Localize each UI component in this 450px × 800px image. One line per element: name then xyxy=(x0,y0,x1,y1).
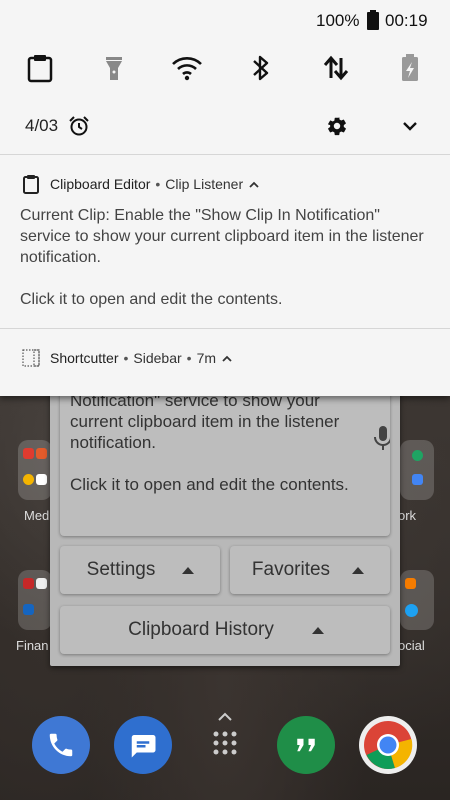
battery-saver-icon xyxy=(402,54,418,81)
gear-icon[interactable] xyxy=(326,115,348,142)
favorites-button[interactable]: Favorites xyxy=(230,546,390,594)
status-clock: 00:19 xyxy=(385,11,428,30)
clipboard-history-label: Clipboard History xyxy=(128,619,274,640)
clip-text[interactable]: Notification" service to show your curre… xyxy=(70,390,360,495)
home-folder-label: ocial xyxy=(398,638,425,653)
expand-up-icon xyxy=(182,566,194,574)
twitter-icon xyxy=(405,604,418,617)
quick-settings-row xyxy=(0,52,450,88)
chrome-icon[interactable] xyxy=(359,716,417,774)
battery-percent: 100% xyxy=(316,11,360,30)
wifi-tile[interactable] xyxy=(171,52,203,84)
settings-button-label: Settings xyxy=(86,559,156,580)
notification-header: Shortcutter • Sidebar • 7m xyxy=(22,349,232,367)
notification-app-name: Shortcutter xyxy=(50,350,119,366)
app-drawer-icon[interactable] xyxy=(210,712,240,762)
app-icon xyxy=(405,578,416,589)
divider xyxy=(0,154,450,155)
youtube-icon xyxy=(23,448,34,459)
phone-icon[interactable] xyxy=(32,716,90,774)
messages-icon[interactable] xyxy=(114,716,172,774)
app-icon xyxy=(412,474,423,485)
chevron-up-icon[interactable] xyxy=(222,350,232,366)
clipboard-editor-dialog: Notification" service to show your curre… xyxy=(50,360,400,666)
flashlight-tile[interactable] xyxy=(98,52,130,84)
notification-app-name: Clipboard Editor xyxy=(50,176,151,192)
photos-icon xyxy=(23,474,34,485)
sidebar-icon xyxy=(22,349,40,367)
mobile-data-icon xyxy=(323,55,349,81)
home-folder-work[interactable] xyxy=(400,440,434,500)
clipboard-tile[interactable] xyxy=(24,52,56,84)
notification-channel: Sidebar xyxy=(133,350,182,366)
app-icon xyxy=(23,578,34,589)
chevron-down-icon[interactable] xyxy=(400,116,420,141)
date-label: 4/03 xyxy=(25,116,59,135)
notification-body: Current Clip: Enable the "Show Clip In N… xyxy=(20,207,424,308)
expand-up-icon xyxy=(312,626,324,634)
expand-up-icon xyxy=(352,566,364,574)
notification-header: Clipboard Editor • Clip Listener xyxy=(22,174,259,194)
clipboard-history-button[interactable]: Clipboard History xyxy=(60,606,390,654)
battery-saver-tile[interactable] xyxy=(394,52,426,84)
home-folder-label: ork xyxy=(398,508,417,523)
app-icon xyxy=(36,578,47,589)
home-folder-label: Finan xyxy=(16,638,49,653)
divider xyxy=(0,328,450,329)
bluetooth-tile[interactable] xyxy=(245,52,277,84)
notification-shade: 100% 00:19 4/03 Clipboard Editor • Clip … xyxy=(0,0,450,396)
hangouts-icon[interactable] xyxy=(277,716,335,774)
chevron-up-icon[interactable] xyxy=(249,176,259,192)
bluetooth-icon xyxy=(253,55,269,81)
shade-info-row: 4/03 xyxy=(0,112,450,140)
settings-button[interactable]: Settings xyxy=(60,546,220,594)
microphone-icon[interactable] xyxy=(372,424,390,457)
home-folder-finance[interactable] xyxy=(18,570,52,630)
app-icon xyxy=(23,604,34,615)
separator-dot: • xyxy=(155,176,161,192)
clipboard-icon xyxy=(22,174,40,194)
app-icon xyxy=(36,448,47,459)
clipboard-icon xyxy=(27,55,53,83)
battery-icon xyxy=(366,10,380,35)
alarm-icon[interactable] xyxy=(68,115,90,142)
app-icon xyxy=(412,450,423,461)
home-folder-social[interactable] xyxy=(400,570,434,630)
notification-channel: Clip Listener xyxy=(165,176,244,192)
status-bar: 100% 00:19 xyxy=(0,0,450,40)
separator-dot: • xyxy=(186,350,192,366)
home-folder-label: Med xyxy=(24,508,50,523)
app-icon xyxy=(36,474,47,485)
separator-dot: • xyxy=(123,350,129,366)
home-folder-media[interactable] xyxy=(18,440,52,500)
favorites-button-label: Favorites xyxy=(251,559,331,580)
wifi-icon xyxy=(172,57,202,81)
flashlight-icon xyxy=(106,57,122,80)
mobile-data-tile[interactable] xyxy=(320,52,352,84)
notification-time: 7m xyxy=(196,350,217,366)
